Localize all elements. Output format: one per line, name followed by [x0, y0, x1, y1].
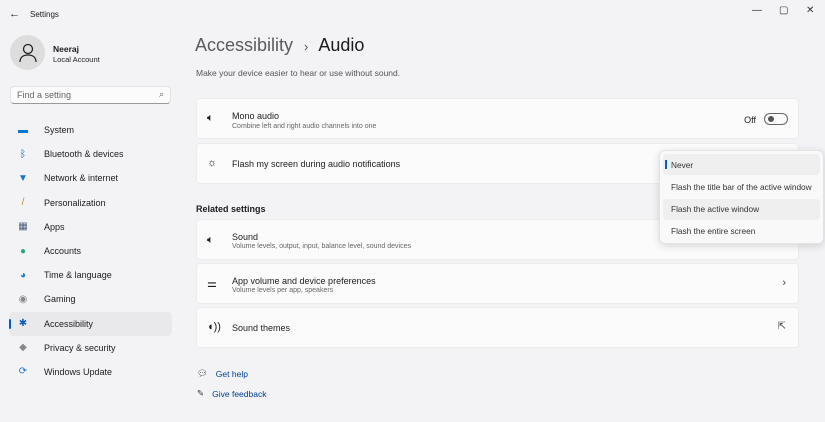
sidebar-item-system[interactable]: ▬ System — [9, 118, 172, 142]
sidebar-item-network-internet[interactable]: ▼ Network & internet — [9, 166, 172, 190]
brightness-icon: ☼ — [207, 157, 218, 169]
accessibility-icon: ✱ — [18, 318, 28, 330]
get-help-label[interactable]: Get help — [216, 369, 248, 379]
help-icon: 💬︎ — [197, 368, 208, 378]
sidebar-item-personalization[interactable]: / Personalization — [9, 191, 172, 215]
toggle-state: Off — [744, 115, 756, 125]
chevron-right-icon: › — [782, 277, 786, 289]
minimize-icon[interactable]: — — [752, 5, 762, 16]
network-internet-icon: ▼ — [18, 172, 28, 184]
search-input[interactable]: Find a setting ⌕ — [10, 86, 171, 104]
option-flash-active-window[interactable]: Flash the active window — [663, 198, 820, 220]
sidebar-item-gaming[interactable]: ◉ Gaming — [9, 287, 172, 311]
sidebar-item-windows-update[interactable]: ⟳ Windows Update — [9, 360, 172, 384]
personalization-icon: / — [21, 197, 25, 209]
back-arrow-icon[interactable]: ← — [9, 8, 20, 20]
gaming-icon: ◉ — [18, 293, 28, 305]
sound-desc: Volume levels, output, input, balance le… — [232, 243, 412, 250]
sound-themes-card[interactable]: ◖)) Sound themes ⇱ — [196, 307, 799, 348]
breadcrumb-separator-icon: › — [304, 39, 309, 54]
related-settings-heading: Related settings — [196, 204, 266, 214]
privacy-security-icon: ◆ — [19, 342, 27, 354]
give-feedback-link[interactable]: ✎ Give feedback — [197, 388, 266, 399]
time-language-icon: ◕ — [19, 269, 27, 281]
title-bar: ← Settings — ▢ ✕ — [0, 0, 825, 28]
accounts-icon: ● — [19, 245, 27, 257]
sidebar-item-time-language[interactable]: ◕ Time & language — [9, 263, 172, 287]
sidebar-item-bluetooth-devices[interactable]: ᛒ Bluetooth & devices — [9, 142, 172, 166]
avatar[interactable] — [10, 35, 45, 70]
give-feedback-label[interactable]: Give feedback — [212, 389, 266, 399]
sidebar-item-label: Gaming — [44, 294, 76, 305]
option-flash-entire-screen[interactable]: Flash the entire screen — [663, 221, 820, 242]
windows-update-icon: ⟳ — [18, 366, 28, 378]
search-icon: ⌕ — [158, 89, 164, 99]
mono-audio-toggle[interactable] — [764, 113, 788, 125]
user-icon — [18, 43, 37, 62]
page-subtitle: Make your device easier to hear or use w… — [196, 68, 401, 78]
external-link-icon: ⇱ — [777, 321, 786, 332]
maximize-icon[interactable]: ▢ — [779, 5, 788, 16]
mono-audio-card: 🔈︎ Mono audio Combine left and right aud… — [196, 98, 799, 139]
sidebar-item-label: Privacy & security — [44, 342, 116, 353]
sidebar-item-accounts[interactable]: ● Accounts — [9, 239, 172, 263]
feedback-icon: ✎ — [197, 388, 205, 398]
breadcrumb-current: Audio — [318, 35, 365, 55]
sidebar-item-privacy-security[interactable]: ◆ Privacy & security — [9, 336, 172, 360]
sidebar-item-label: Accessibility — [44, 318, 94, 329]
sound-themes-title: Sound themes — [232, 323, 291, 333]
mono-audio-title: Mono audio — [232, 111, 280, 121]
speaker-icon: 🔈︎ — [207, 234, 214, 246]
get-help-link[interactable]: 💬︎ Get help — [197, 368, 248, 379]
sidebar-item-label: Bluetooth & devices — [44, 149, 124, 160]
app-volume-desc: Volume levels per app, speakers — [232, 287, 334, 294]
apps-icon: ▦ — [18, 221, 28, 233]
system-icon: ▬ — [18, 124, 28, 136]
flash-dropdown-menu: Never Flash the title bar of the active … — [659, 150, 824, 244]
sound-title: Sound — [232, 232, 259, 242]
search-placeholder: Find a setting — [17, 90, 72, 100]
app-title: Settings — [30, 10, 59, 19]
app-volume-card[interactable]: ⚌ App volume and device preferences Volu… — [196, 263, 799, 304]
sidebar-item-label: Accounts — [44, 246, 82, 257]
sidebar-item-label: Windows Update — [44, 366, 113, 377]
sidebar-item-label: Personalization — [44, 197, 106, 208]
app-volume-title: App volume and device preferences — [232, 276, 376, 286]
sidebar-item-apps[interactable]: ▦ Apps — [9, 215, 172, 239]
page-title: Accessibility › Audio — [195, 35, 364, 56]
sidebar-item-accessibility[interactable]: ✱ Accessibility — [9, 311, 172, 336]
sound-wave-icon: ◖)) — [207, 321, 221, 333]
mono-audio-desc: Combine left and right audio channels in… — [232, 123, 377, 130]
bluetooth-devices-icon: ᛒ — [20, 148, 26, 160]
flash-screen-title: Flash my screen during audio notificatio… — [232, 159, 401, 169]
sidebar-item-label: Apps — [44, 221, 65, 232]
speaker-icon: 🔈︎ — [207, 112, 214, 124]
sidebar-item-label: Network & internet — [44, 173, 119, 184]
close-icon[interactable]: ✕ — [806, 5, 814, 16]
sidebar-nav: ▬ System ᛒ Bluetooth & devices ▼ Network & in… — [9, 118, 172, 384]
sidebar-item-label: Time & language — [44, 270, 112, 281]
account-type: Local Account — [53, 55, 100, 64]
option-flash-title-bar[interactable]: Flash the title bar of the active window — [663, 176, 820, 197]
sidebar-item-label: System — [44, 125, 75, 136]
sliders-icon: ⚌ — [207, 278, 217, 290]
option-never[interactable]: Never — [663, 154, 820, 175]
user-name: Neeraj — [53, 44, 79, 54]
breadcrumb-accessibility[interactable]: Accessibility — [195, 35, 293, 55]
